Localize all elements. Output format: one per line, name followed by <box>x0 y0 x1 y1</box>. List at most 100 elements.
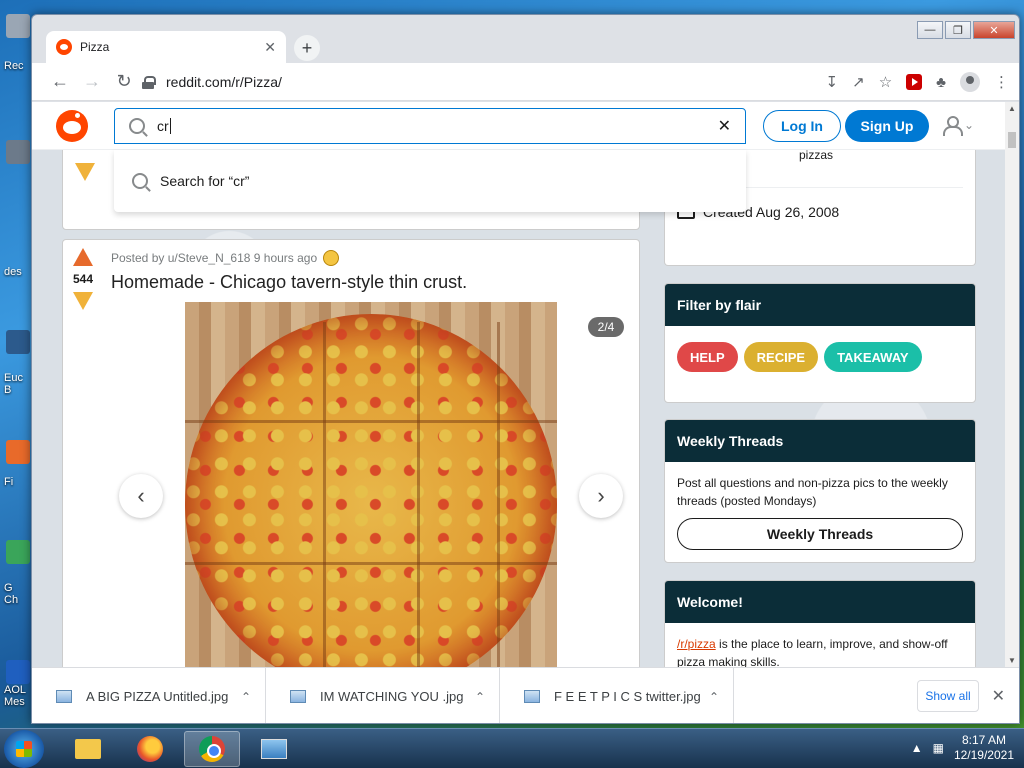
download-filename: IM WATCHING YOU .jpg <box>320 689 464 704</box>
post-meta-text: Posted by u/Steve_N_618 9 hours ago <box>111 251 318 265</box>
gallery-prev-button[interactable]: ‹ <box>119 474 163 518</box>
address-bar[interactable]: reddit.com/r/Pizza/ <box>142 67 869 97</box>
scroll-thumb[interactable] <box>1008 132 1016 148</box>
download-filename: A BIG PIZZA Untitled.jpg <box>86 689 229 704</box>
weekly-description: Post all questions and non-pizza pics to… <box>677 476 948 508</box>
desktop-icon-label: Fi <box>4 476 14 488</box>
desktop-icon-label: Rec <box>4 60 24 72</box>
download-item[interactable]: F E E T P I C S twitter.jpg ⌃ <box>500 667 734 723</box>
extensions-puzzle-icon[interactable]: ♣ <box>936 74 946 91</box>
install-app-icon[interactable]: ↧ <box>826 73 839 91</box>
vote-column: 544 <box>63 248 103 310</box>
slice-cut <box>185 420 557 423</box>
desktop-shortcut-icon <box>6 660 30 684</box>
download-item[interactable]: IM WATCHING YOU .jpg ⌃ <box>266 667 500 723</box>
user-menu[interactable]: ⌄ <box>942 116 974 136</box>
url-text: reddit.com/r/Pizza/ <box>166 74 282 90</box>
forward-arrow-icon[interactable]: → <box>76 71 108 92</box>
clear-search-icon[interactable]: ✕ <box>718 116 731 136</box>
taskbar-photo-viewer[interactable] <box>246 731 302 767</box>
desktop-icon-label: AOL Mes <box>4 684 27 708</box>
chevron-up-icon[interactable]: ⌃ <box>475 690 485 704</box>
chrome-menu-icon[interactable]: ⋮ <box>994 73 1009 91</box>
maximize-icon[interactable]: ❐ <box>945 21 971 39</box>
lock-icon[interactable] <box>142 76 156 89</box>
subreddit-link[interactable]: /r/pizza <box>677 637 716 651</box>
user-icon <box>942 116 963 136</box>
downloads-bar: A BIG PIZZA Untitled.jpg ⌃ IM WATCHING Y… <box>32 667 1019 723</box>
slice-cut <box>497 322 500 667</box>
award-icon[interactable] <box>323 250 340 266</box>
post-title[interactable]: Homemade - Chicago tavern-style thin cru… <box>111 272 467 293</box>
youtube-extension-icon[interactable] <box>906 74 923 90</box>
downvote-pizza-icon[interactable] <box>75 163 95 181</box>
share-icon[interactable]: ↗ <box>852 73 865 91</box>
signup-button[interactable]: Sign Up <box>845 110 929 142</box>
text-caret <box>169 118 171 134</box>
back-arrow-icon[interactable]: ← <box>44 71 76 92</box>
desktop-shortcut-icon <box>6 330 30 354</box>
image-file-icon <box>290 690 306 703</box>
tray-expand-icon[interactable]: ▲ <box>911 741 923 755</box>
reddit-logo-icon[interactable] <box>56 110 88 142</box>
system-tray: ▲ ▦ 8:17 AM 12/19/2021 <box>911 733 1014 763</box>
new-tab-button[interactable]: + <box>294 35 320 61</box>
browser-tab[interactable]: Pizza ✕ <box>46 31 286 63</box>
taskbar-chrome[interactable] <box>184 731 240 767</box>
page-viewport: cr ✕ Log In Sign Up ⌄ Search for “cr” 54… <box>32 102 1019 667</box>
scroll-up-icon[interactable]: ▲ <box>1008 104 1016 113</box>
reload-icon[interactable]: ↻ <box>108 71 140 92</box>
chevron-up-icon[interactable]: ⌃ <box>709 690 719 704</box>
picture-icon <box>261 739 287 759</box>
windows-taskbar: ▲ ▦ 8:17 AM 12/19/2021 <box>0 728 1024 768</box>
search-suggestion[interactable]: Search for “cr” <box>114 150 746 212</box>
tab-close-icon[interactable]: ✕ <box>264 39 276 56</box>
scroll-down-icon[interactable]: ▼ <box>1008 656 1016 665</box>
desktop-icon-label: G Ch <box>4 582 19 606</box>
network-icon[interactable]: ▦ <box>933 741 944 755</box>
reddit-header: cr ✕ Log In Sign Up ⌄ <box>32 102 1005 150</box>
flair-card-title: Filter by flair <box>665 284 975 326</box>
taskbar-firefox[interactable] <box>122 731 178 767</box>
tab-title: Pizza <box>80 40 110 54</box>
login-button[interactable]: Log In <box>763 110 841 142</box>
upvote-pizza-icon[interactable] <box>73 248 93 266</box>
filter-by-flair-card: Filter by flair HELP RECIPE TAKEAWAY <box>664 283 976 403</box>
clock[interactable]: 8:17 AM 12/19/2021 <box>954 733 1014 763</box>
pizza-pie-shape <box>185 314 557 667</box>
pizza-image[interactable] <box>185 302 557 667</box>
browser-toolbar: ← → ↻ reddit.com/r/Pizza/ ↧ ↗ ☆ ♣ ⋮ <box>32 63 1019 101</box>
desktop-icon-label: des <box>4 266 22 278</box>
start-button[interactable] <box>4 730 44 768</box>
window-close-icon[interactable]: ✕ <box>973 21 1015 39</box>
flair-takeaway[interactable]: TAKEAWAY <box>824 342 922 372</box>
weekly-card-title: Weekly Threads <box>665 420 975 462</box>
search-icon <box>132 173 148 189</box>
slice-cut <box>323 322 326 667</box>
show-all-button[interactable]: Show all <box>917 680 979 712</box>
post-card[interactable]: 544 Posted by u/Steve_N_618 9 hours ago … <box>62 239 640 667</box>
search-query-text: cr <box>157 118 169 134</box>
welcome-card: Welcome! /r/pizza is the place to learn,… <box>664 580 976 667</box>
desktop-shortcut-icon <box>6 440 30 464</box>
close-downloads-icon[interactable]: ✕ <box>992 686 1005 706</box>
stats-label: pizzas <box>799 148 834 162</box>
slice-cut <box>185 562 557 565</box>
bookmark-star-icon[interactable]: ☆ <box>879 73 892 91</box>
search-input[interactable]: cr ✕ <box>114 108 746 144</box>
page-scrollbar[interactable]: ▲ ▼ <box>1005 102 1019 667</box>
weekly-threads-button[interactable]: Weekly Threads <box>677 518 963 550</box>
welcome-card-title: Welcome! <box>665 581 975 623</box>
folder-icon <box>75 739 101 759</box>
flair-help[interactable]: HELP <box>677 342 738 372</box>
chevron-up-icon[interactable]: ⌃ <box>241 690 251 704</box>
download-item[interactable]: A BIG PIZZA Untitled.jpg ⌃ <box>32 667 266 723</box>
minimize-icon[interactable]: — <box>917 21 943 39</box>
post-meta: Posted by u/Steve_N_618 9 hours ago <box>111 250 340 266</box>
download-filename: F E E T P I C S twitter.jpg <box>554 689 701 704</box>
taskbar-explorer[interactable] <box>60 731 116 767</box>
flair-recipe[interactable]: RECIPE <box>743 342 819 372</box>
search-suggestion-text: Search for “cr” <box>160 173 250 189</box>
gallery-next-button[interactable]: › <box>579 474 623 518</box>
profile-avatar-icon[interactable] <box>960 72 980 92</box>
